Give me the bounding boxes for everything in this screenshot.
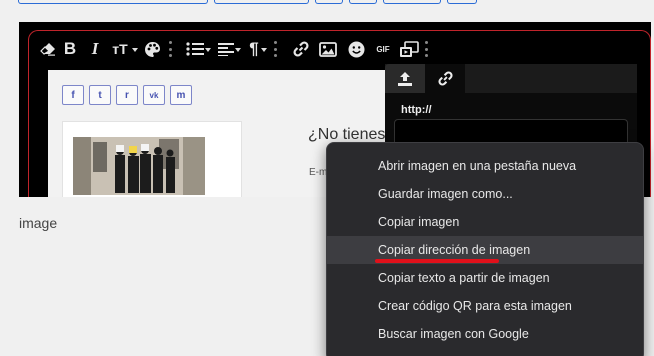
font-size-icon[interactable]: тT <box>107 38 138 60</box>
top-tab-5[interactable] <box>383 0 441 4</box>
menu-item-search-image-google[interactable]: Buscar imagen con Google <box>327 320 643 348</box>
vk-icon[interactable]: vk <box>143 85 165 105</box>
twitter-icon[interactable]: t <box>89 85 111 105</box>
paragraph-icon[interactable]: ¶ <box>246 38 267 60</box>
top-tab-6[interactable] <box>447 0 477 4</box>
url-label: http:// <box>401 104 432 116</box>
editor-toolbar: B I тT ¶ GIF <box>39 38 440 60</box>
panel-tabs <box>385 64 637 93</box>
share-buttons: f t r vk m <box>62 85 192 105</box>
menu-item-create-qr-code[interactable]: Crear código QR para esta imagen <box>327 292 643 320</box>
embedded-photo[interactable] <box>73 137 205 195</box>
top-tab-1[interactable] <box>18 0 208 4</box>
italic-icon[interactable]: I <box>83 38 107 60</box>
menu-item-open-image-new-tab[interactable]: Abrir imagen en una pestaña nueva <box>327 152 643 180</box>
top-tab-3[interactable] <box>315 0 343 4</box>
top-tab-2[interactable] <box>214 0 309 4</box>
email-label: E-m <box>309 167 328 178</box>
align-icon[interactable] <box>216 38 241 60</box>
unordered-list-icon[interactable] <box>184 38 211 60</box>
upload-icon <box>398 71 412 86</box>
reddit-icon[interactable]: r <box>116 85 138 105</box>
highlight-underline-annotation <box>375 259 499 263</box>
menu-item-copy-text-from-image[interactable]: Copiar texto a partir de imagen <box>327 264 643 292</box>
facebook-icon[interactable]: f <box>62 85 84 105</box>
toolbar-more-dots[interactable] <box>425 41 428 57</box>
palette-icon[interactable] <box>141 38 163 60</box>
link-icon[interactable] <box>289 38 313 60</box>
image-card <box>62 121 242 197</box>
toolbar-more-dots[interactable] <box>274 41 277 57</box>
image-icon[interactable] <box>313 38 343 60</box>
link-icon <box>437 71 453 86</box>
menu-item-save-image-as[interactable]: Guardar imagen como... <box>327 180 643 208</box>
emoji-icon[interactable] <box>343 38 369 60</box>
eraser-icon[interactable] <box>39 38 57 60</box>
gif-icon[interactable]: GIF <box>369 38 397 60</box>
email-icon[interactable]: m <box>170 85 192 105</box>
top-tab-4[interactable] <box>349 0 377 4</box>
image-caption: image <box>19 215 58 231</box>
link-tab[interactable] <box>425 64 465 93</box>
top-tab-strip <box>18 0 477 4</box>
media-icon[interactable] <box>397 38 421 60</box>
upload-tab[interactable] <box>385 64 425 93</box>
image-context-menu: Abrir imagen en una pestaña nueva Guarda… <box>326 142 644 356</box>
menu-item-copy-image[interactable]: Copiar imagen <box>327 208 643 236</box>
bold-icon[interactable]: B <box>57 38 83 60</box>
toolbar-more-dots[interactable] <box>169 41 172 57</box>
